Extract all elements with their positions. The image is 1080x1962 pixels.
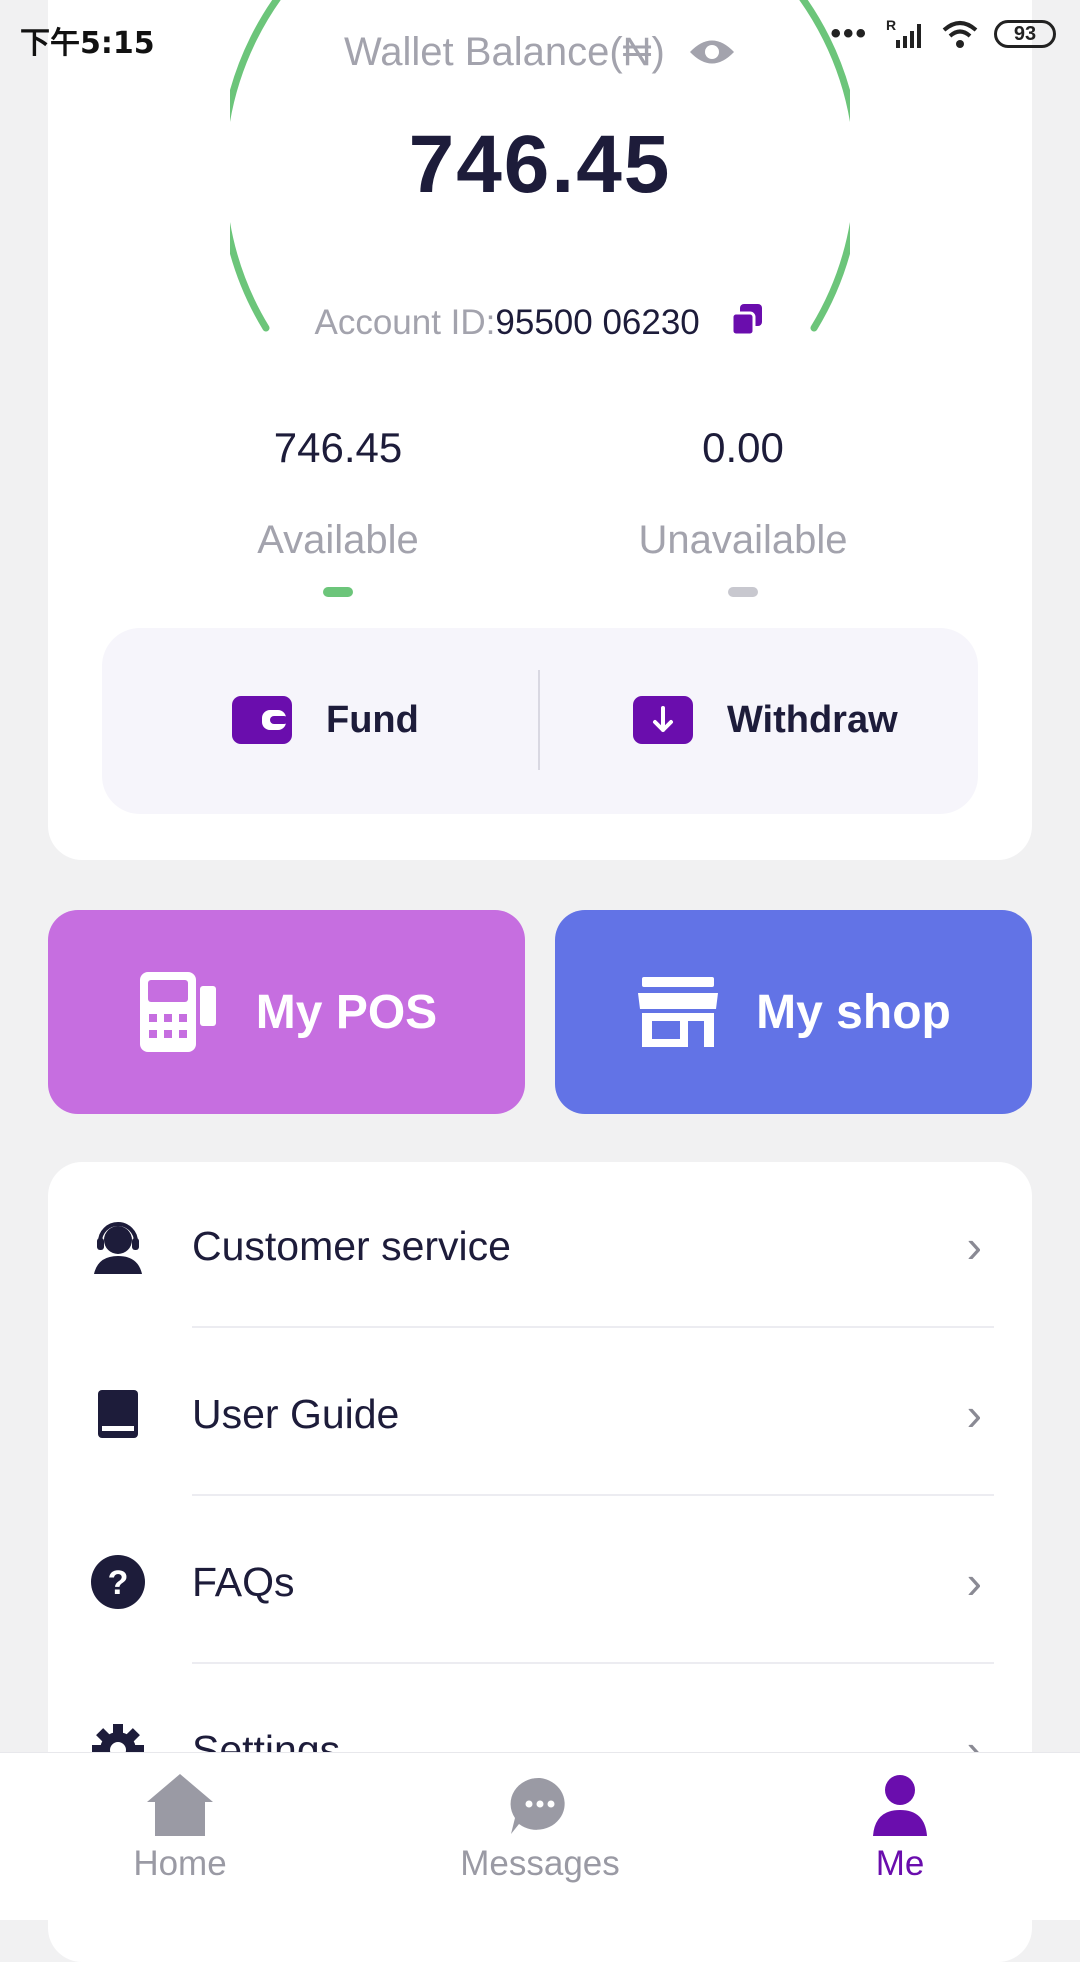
nav-messages-label: Messages	[460, 1844, 620, 1883]
my-pos-tile[interactable]: My POS	[48, 910, 525, 1114]
my-shop-label: My shop	[756, 985, 951, 1039]
available-value: 746.45	[273, 424, 403, 471]
menu-divider	[192, 1326, 994, 1328]
person-icon	[873, 1775, 927, 1836]
menu-divider	[192, 1662, 994, 1664]
withdraw-button[interactable]: Withdraw	[633, 696, 898, 744]
account-id-row: Account ID:95500 06230	[0, 302, 1080, 343]
withdraw-label: Withdraw	[727, 698, 898, 741]
chat-icon	[510, 1777, 565, 1834]
balance-amount: 746.45	[408, 119, 672, 210]
nav-messages[interactable]: Messages	[420, 1772, 660, 1884]
account-id-label: Account ID:	[314, 303, 496, 342]
copy-icon[interactable]	[730, 302, 766, 338]
menu-label-customer-service: Customer service	[192, 1222, 511, 1269]
available-indicator	[323, 587, 353, 597]
nav-home[interactable]: Home	[60, 1772, 300, 1884]
pos-terminal-icon	[139, 972, 216, 1052]
unavailable-indicator	[728, 587, 758, 597]
nav-home-label: Home	[133, 1844, 227, 1883]
question-icon: ?	[88, 1552, 148, 1612]
my-shop-tile[interactable]: My shop	[555, 910, 1032, 1114]
book-icon	[88, 1384, 148, 1444]
wallet-icon	[232, 696, 292, 744]
account-id-value: 95500 06230	[495, 303, 700, 342]
svg-text:?: ?	[108, 1564, 129, 1602]
menu-label-user-guide: User Guide	[192, 1390, 400, 1437]
headset-icon	[88, 1216, 148, 1276]
chevron-right-icon: ›	[966, 1388, 982, 1440]
menu-label-faqs: FAQs	[192, 1558, 295, 1605]
fund-button[interactable]: Fund	[232, 696, 419, 744]
available-tab[interactable]: Available	[188, 518, 488, 563]
menu-divider	[192, 1494, 994, 1496]
home-icon	[147, 1774, 213, 1836]
unavailable-value: 0.00	[702, 424, 784, 471]
menu-item-customer-service[interactable]: Customer service ›	[48, 1162, 1032, 1330]
fund-label: Fund	[326, 698, 419, 741]
store-icon	[638, 977, 719, 1047]
unavailable-tab[interactable]: Unavailable	[593, 518, 893, 563]
chevron-right-icon: ›	[966, 1220, 982, 1272]
menu-item-faqs[interactable]: ? FAQs ›	[48, 1498, 1032, 1666]
download-icon	[633, 696, 693, 744]
chevron-right-icon: ›	[966, 1556, 982, 1608]
nav-me[interactable]: Me	[780, 1772, 1020, 1884]
action-divider	[538, 670, 540, 770]
my-pos-label: My POS	[255, 985, 438, 1039]
wallet-title-text: Wallet Balance(₦)	[344, 29, 665, 74]
wallet-title: Wallet Balance(₦)	[0, 28, 1080, 75]
eye-icon[interactable]	[688, 35, 736, 69]
nav-me-label: Me	[875, 1844, 925, 1883]
menu-item-user-guide[interactable]: User Guide ›	[48, 1330, 1032, 1498]
